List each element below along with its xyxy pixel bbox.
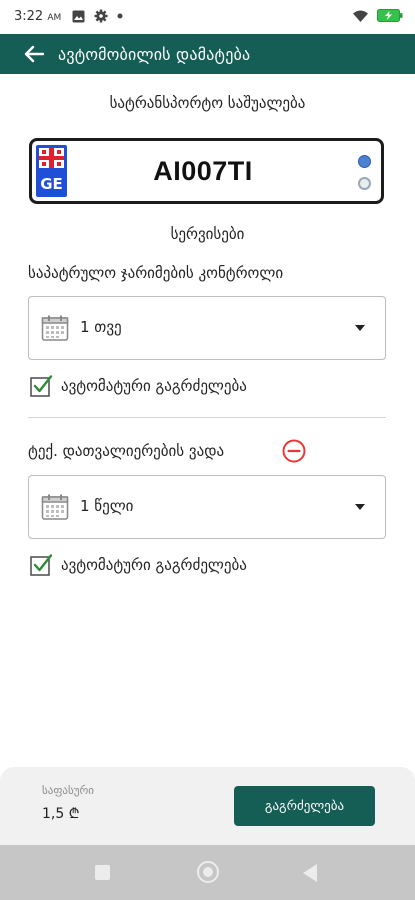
minus-circle-icon[interactable] — [282, 439, 306, 463]
plate-number: AI007TI — [153, 156, 253, 186]
plate-country-band: GE — [36, 145, 67, 197]
plate-bolt-top-icon — [358, 155, 371, 168]
notification-dot-icon — [117, 13, 123, 19]
auto-renew-checkbox-inspection[interactable]: ავტომატური გაგრძელება — [29, 553, 247, 577]
recents-icon[interactable] — [95, 865, 110, 880]
price-label: საფასური — [42, 784, 94, 797]
nav-back-icon[interactable] — [303, 864, 317, 882]
settings-gear-icon — [94, 9, 108, 23]
auto-renew-checkbox-fines[interactable]: ავტომატური გაგრძელება — [29, 374, 247, 398]
license-plate[interactable]: GE AI007TI — [29, 138, 384, 204]
period-select-fines[interactable]: 1 თვე — [28, 296, 386, 360]
calendar-icon — [41, 315, 69, 341]
service-label-fines: საპატრულო ჯარიმების კონტროლი — [28, 264, 284, 282]
georgia-flag-icon — [39, 148, 64, 168]
checkbox-checked-icon — [30, 375, 53, 397]
plate-country-code: GE — [40, 175, 63, 193]
chevron-down-icon — [355, 325, 365, 331]
chevron-down-icon — [355, 504, 365, 510]
auto-renew-label-fines: ავტომატური გაგრძელება — [61, 377, 247, 395]
period-value-fines: 1 თვე — [80, 318, 122, 336]
services-section-title: სერვისები — [170, 225, 245, 243]
checkbox-checked-icon — [30, 554, 53, 576]
arrow-left-icon — [24, 45, 44, 63]
status-bar: 3:22 AM — [0, 0, 415, 34]
period-value-inspection: 1 წელი — [80, 497, 134, 515]
price-value: 1,5 ₾ — [42, 806, 80, 822]
period-select-inspection[interactable]: 1 წელი — [28, 475, 386, 539]
wifi-icon — [353, 10, 368, 22]
home-icon[interactable] — [197, 861, 219, 883]
calendar-icon — [41, 494, 69, 520]
page-title: ავტომობილის დამატება — [58, 44, 251, 64]
continue-button[interactable]: გაგრძელება — [234, 786, 375, 826]
vehicle-section-title: სატრანსპორტო საშუალება — [109, 94, 306, 112]
app-bar: ავტომობილის დამატება — [0, 34, 415, 74]
back-button[interactable] — [14, 34, 54, 74]
service-label-inspection: ტექ. დათვალიერების ვადა — [28, 442, 225, 460]
checkout-panel: საფასური 1,5 ₾ გაგრძელება — [0, 767, 415, 845]
status-time: 3:22 AM — [14, 9, 62, 24]
system-nav-bar — [0, 845, 415, 900]
divider — [28, 417, 386, 418]
battery-charging-icon — [377, 9, 403, 22]
gallery-icon — [72, 10, 85, 22]
auto-renew-label-inspection: ავტომატური გაგრძელება — [61, 556, 247, 574]
plate-bolt-bottom-icon — [358, 177, 371, 190]
